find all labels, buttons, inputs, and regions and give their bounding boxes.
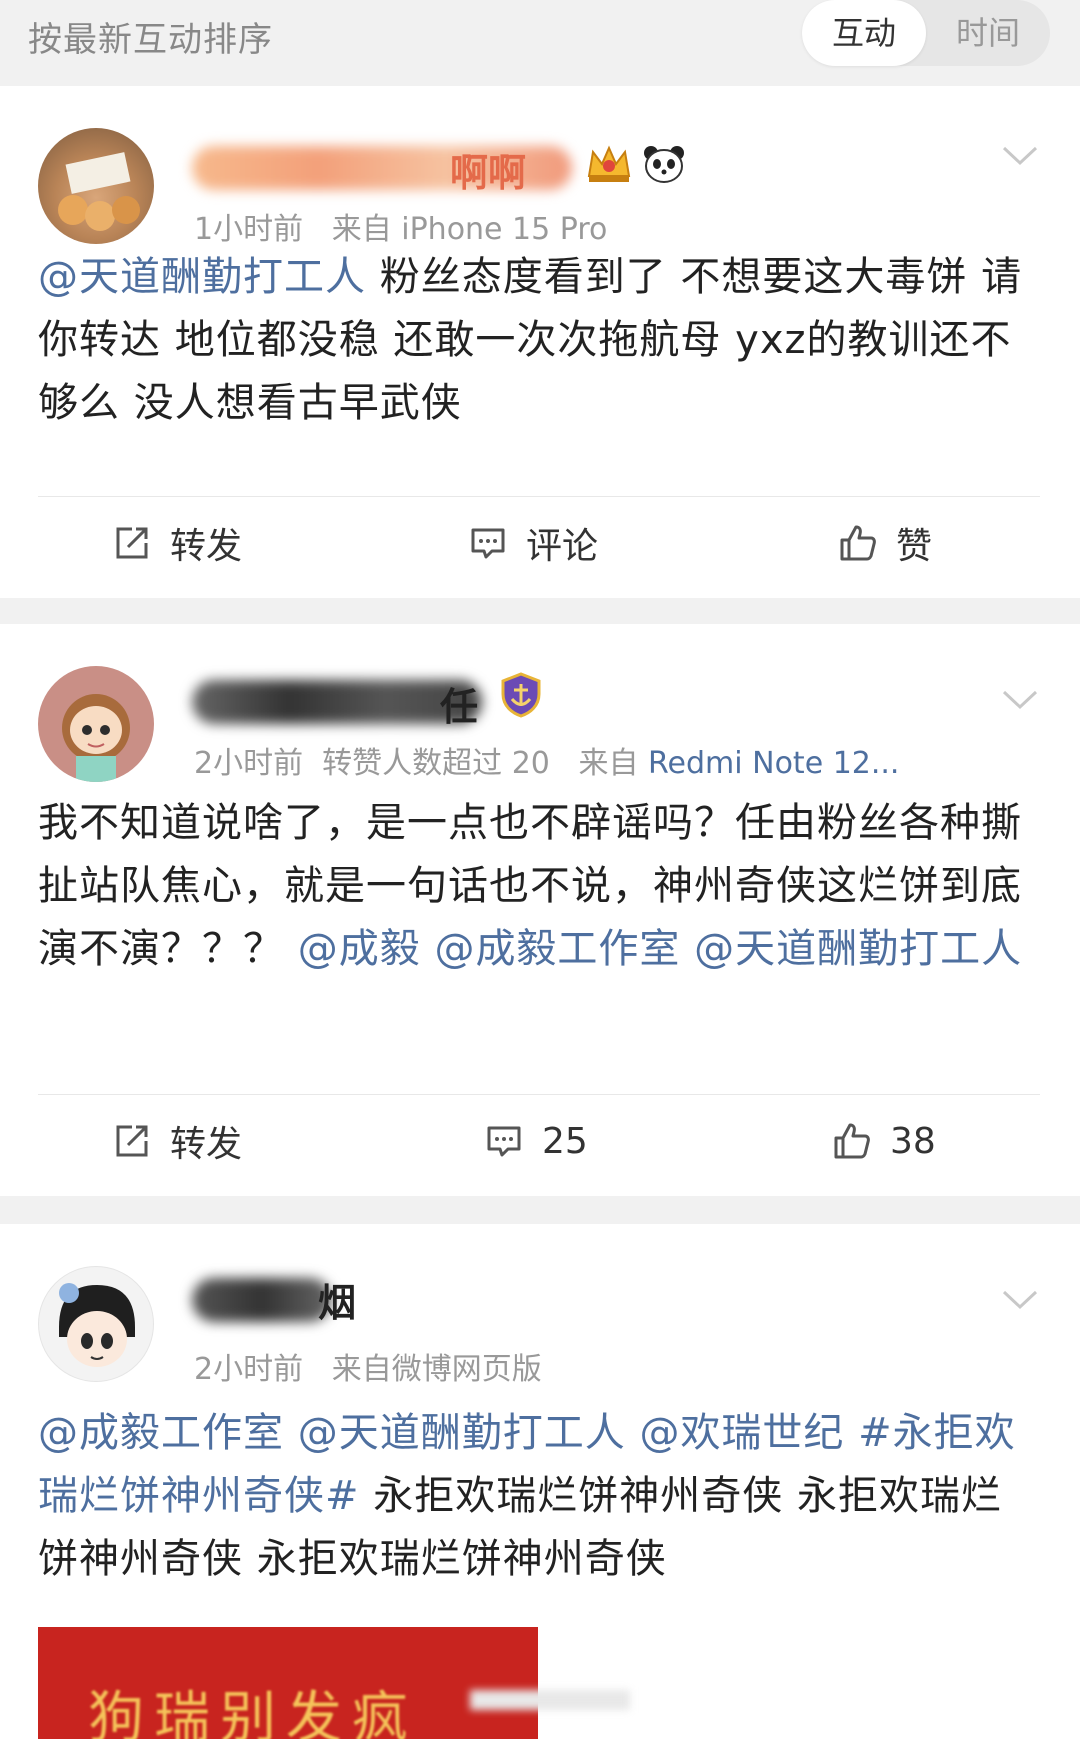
repost-label: 转发	[170, 1124, 243, 1165]
repost-label: 转发	[170, 526, 243, 567]
divider	[38, 496, 1040, 497]
username-blurred[interactable]	[192, 1278, 332, 1322]
sort-option-interaction[interactable]: 互动	[802, 0, 926, 66]
action-bar: 转发 25 38	[0, 1096, 1080, 1186]
comment-source-prefix: 来自	[578, 746, 639, 781]
like-icon	[840, 525, 876, 561]
sort-bar: 按最新互动排序 互动 时间	[0, 0, 1080, 86]
divider	[38, 1094, 1040, 1095]
attached-image[interactable]: 狗瑞别发疯	[38, 1627, 538, 1739]
mention-link[interactable]: @成毅工作室	[434, 926, 680, 972]
comment-source: 微博网页版	[391, 1352, 542, 1387]
mention-link[interactable]: @天道酬勤打工人	[298, 1410, 626, 1456]
comment-button[interactable]: 25	[484, 1096, 588, 1186]
comment-icon	[471, 528, 505, 559]
like-button[interactable]: 38	[832, 1096, 936, 1186]
like-count: 38	[890, 1120, 936, 1162]
anchor-shield-badge-icon	[501, 672, 541, 718]
comment-source-prefix: 来自	[331, 212, 392, 247]
username-blurred[interactable]	[192, 680, 482, 724]
sort-label: 按最新互动排序	[28, 20, 273, 60]
comment-time: 2小时前	[194, 746, 304, 781]
mention-link[interactable]: @天道酬勤打工人	[694, 926, 1022, 972]
comment-button[interactable]: 评论	[468, 498, 598, 588]
like-label: 赞	[896, 526, 933, 567]
username-suffix[interactable]: 任	[440, 676, 478, 731]
comment-count: 25	[542, 1120, 588, 1162]
repost-button[interactable]: 转发	[112, 1096, 242, 1186]
sort-toggle: 互动 时间	[802, 0, 1050, 66]
comment-text: @天道酬勤打工人 粉丝态度看到了 不想要这大毒饼 请你转达 地位都没稳 还敢一次…	[38, 246, 1038, 435]
mention-link[interactable]: @欢瑞世纪	[639, 1410, 844, 1456]
comment-icon	[487, 1126, 521, 1157]
username-suffix[interactable]: 烟	[318, 1272, 356, 1327]
comment-meta: 1小时前 来自 iPhone 15 Pro	[194, 204, 607, 248]
attached-image-text: 狗瑞别发疯	[88, 1686, 418, 1739]
comment-time: 1小时前	[194, 212, 304, 247]
username-suffix[interactable]: 啊啊	[450, 142, 526, 197]
comment-meta: 2小时前 转赞人数超过 20 来自 Redmi Note 12...	[194, 738, 899, 782]
comment-text: 我不知道说啥了，是一点也不辟谣吗？任由粉丝各种撕扯站队焦心，就是一句话也不说，神…	[38, 792, 1038, 981]
action-bar: 转发 评论 赞	[0, 498, 1080, 588]
chevron-down-icon[interactable]	[1000, 1288, 1040, 1312]
repost-icon	[116, 1125, 148, 1157]
comment-extra: 转赞人数超过 20	[322, 746, 550, 781]
panda-badge-icon	[644, 146, 684, 183]
chevron-down-icon[interactable]	[1000, 688, 1040, 712]
comment-time: 2小时前	[194, 1352, 304, 1387]
repost-icon	[116, 527, 148, 559]
separator	[0, 1196, 1080, 1224]
avatar[interactable]	[38, 1266, 154, 1382]
comment-source-prefix: 来自	[331, 1352, 392, 1387]
crown-badge-icon	[587, 145, 631, 182]
like-button[interactable]: 赞	[838, 498, 932, 588]
sort-option-time[interactable]: 时间	[926, 0, 1050, 66]
like-icon	[834, 1123, 870, 1159]
comment-card-2: 任 2小时前 转赞人数超过 20 来自 Redmi Note 12... 我不知…	[0, 624, 1080, 1196]
mention-link[interactable]: @成毅	[298, 926, 421, 972]
mention-link[interactable]: @成毅工作室	[38, 1410, 284, 1456]
comment-source[interactable]: Redmi Note 12...	[648, 746, 899, 781]
avatar[interactable]	[38, 666, 154, 782]
watermark	[470, 1690, 630, 1710]
comment-text: @成毅工作室 @天道酬勤打工人 @欢瑞世纪 #永拒欢瑞烂饼神州奇侠# 永拒欢瑞烂…	[38, 1402, 1038, 1591]
repost-button[interactable]: 转发	[112, 498, 242, 588]
mention-link[interactable]: @天道酬勤打工人	[38, 254, 366, 300]
comment-label: 评论	[526, 526, 599, 567]
chevron-down-icon[interactable]	[1000, 144, 1040, 168]
comment-meta: 2小时前 来自微博网页版	[194, 1344, 542, 1388]
separator	[0, 598, 1080, 624]
avatar[interactable]	[38, 128, 154, 244]
comment-source: iPhone 15 Pro	[401, 212, 608, 247]
comment-card-1: 啊啊 1小时前 来自 iPhone 15 Pro @天道酬勤打工人 粉丝态度看到…	[0, 86, 1080, 598]
